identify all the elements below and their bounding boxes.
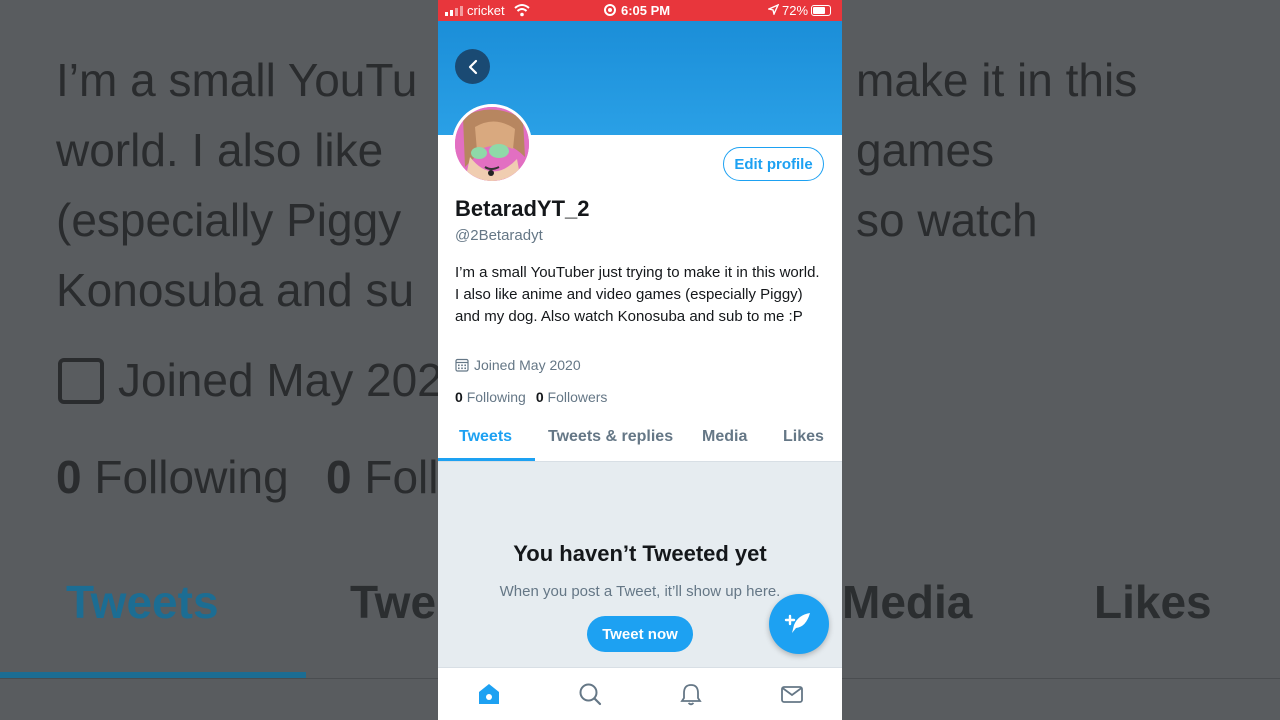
empty-state-title: You haven’t Tweeted yet <box>513 541 767 566</box>
joined-date: Joined May 2020 <box>455 357 581 373</box>
nav-home[interactable] <box>476 681 502 707</box>
nav-search[interactable] <box>577 681 603 707</box>
bg-followers: 0 Foll <box>326 451 439 503</box>
battery-icon <box>811 5 831 16</box>
bg-bio-line: Konosuba and su <box>56 264 415 316</box>
bg-bio-line-right: games <box>856 124 995 176</box>
carrier-label: cricket <box>467 3 505 18</box>
profile-handle: @2Betaradyt <box>455 227 543 244</box>
follow-stats: 0 Following 0 Followers <box>455 389 607 405</box>
search-icon <box>579 683 602 706</box>
edit-profile-button[interactable]: Edit profile <box>723 147 824 181</box>
signal-icon <box>445 6 463 16</box>
avatar-image <box>455 107 529 181</box>
compose-tweet-button[interactable] <box>769 594 829 654</box>
bell-icon <box>680 684 702 706</box>
profile-tabs: Tweets Tweets & replies Media Likes <box>438 413 842 462</box>
bg-bio-line-right: make it in this <box>856 54 1138 106</box>
tab-media[interactable]: Media <box>702 428 747 446</box>
bg-tab: Tweets <box>66 576 219 628</box>
clock: 6:05 PM <box>621 3 671 18</box>
calendar-icon <box>455 358 469 372</box>
battery-percent: 72% <box>782 3 809 18</box>
chevron-left-icon <box>468 59 477 74</box>
bg-bio-line: world. I also like <box>56 124 384 176</box>
back-button[interactable] <box>455 49 490 84</box>
mail-icon <box>781 686 803 703</box>
location-icon <box>768 4 779 15</box>
tab-tweets[interactable]: Tweets <box>459 428 512 446</box>
wifi-icon <box>514 4 530 17</box>
bg-following: 0 Following <box>56 451 289 503</box>
avatar[interactable] <box>452 104 532 184</box>
joined-label: Joined May 2020 <box>474 357 581 373</box>
active-tab-indicator <box>438 458 535 461</box>
tab-tweets-replies[interactable]: Tweets & replies <box>548 428 673 446</box>
nav-messages[interactable] <box>779 681 805 707</box>
profile-name: BetaradYT_2 <box>455 196 590 221</box>
bg-tab: Media <box>842 576 973 628</box>
tweet-now-button[interactable]: Tweet now <box>587 616 693 652</box>
nav-notifications[interactable] <box>678 681 704 707</box>
phone-screen: cricket 6:05 PM 72% Edit profile Betarad… <box>438 0 842 720</box>
tab-likes[interactable]: Likes <box>783 428 824 446</box>
bg-bio-line: (especially Piggy <box>56 194 402 246</box>
followers-link[interactable]: 0 Followers <box>536 389 608 405</box>
bg-tab: Twe <box>350 576 437 628</box>
bg-tab: Likes <box>1094 576 1212 628</box>
empty-state-subtitle: When you post a Tweet, it’ll show up her… <box>499 583 781 600</box>
bg-bio-line: I’m a small YouTu <box>56 54 418 106</box>
bottom-navigation <box>438 667 842 720</box>
status-bar: cricket 6:05 PM 72% <box>438 0 842 21</box>
bg-joined: Joined May 202 <box>118 354 443 406</box>
screen-record-icon <box>604 4 616 16</box>
following-link[interactable]: 0 Following <box>455 389 526 405</box>
bg-bio-line-right: so watch <box>856 194 1038 246</box>
compose-feather-icon <box>784 613 810 633</box>
profile-bio: I’m a small YouTuber just trying to make… <box>455 264 820 325</box>
home-icon <box>479 684 499 704</box>
bg-calendar-icon <box>58 358 104 404</box>
